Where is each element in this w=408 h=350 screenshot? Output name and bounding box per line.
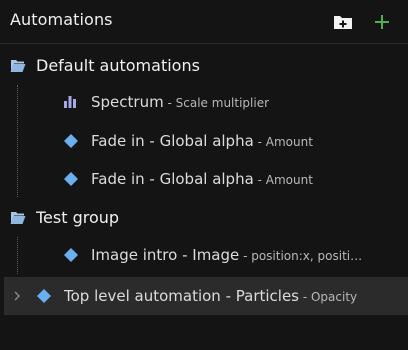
diamond-icon [64,134,78,148]
automation-label: Image intro - Image - position:x, positi… [91,246,363,264]
top-level-automation[interactable]: Top level automation - Particles - Opaci… [4,277,408,315]
group-test-group[interactable]: Test group [0,199,408,237]
automation-label: Fade in - Global alpha - Amount [91,170,313,188]
folder-open-icon [10,212,26,224]
plus-icon [375,15,389,29]
automation-label: Spectrum - Scale multiplier [91,93,270,111]
automations-panel: Automations Default automations Spectrum… [0,0,408,350]
group-label: Test group [36,208,120,227]
automation-label: Top level automation - Particles - Opaci… [64,287,358,305]
automation-item[interactable]: Fade in - Global alpha - Amount [0,122,408,160]
diamond-icon [64,248,78,262]
automation-item[interactable]: Spectrum - Scale multiplier [0,83,408,121]
automation-item[interactable]: Fade in - Global alpha - Amount [0,160,408,198]
panel-title: Automations [10,10,113,29]
add-folder-button[interactable] [331,10,355,34]
automation-label: Fade in - Global alpha - Amount [91,132,313,150]
panel-header: Automations [0,0,408,44]
header-divider [0,43,408,44]
folder-open-icon [10,60,26,72]
automation-item[interactable]: Image intro - Image - position:x, positi… [0,236,408,274]
chevron-right-icon[interactable] [10,289,24,303]
bar-chart-icon [64,96,76,108]
diamond-icon [37,289,51,303]
group-default-automations[interactable]: Default automations [0,47,408,85]
add-automation-button[interactable] [370,10,394,34]
group-label: Default automations [36,56,200,75]
diamond-icon [64,172,78,186]
folder-plus-icon [334,16,352,29]
